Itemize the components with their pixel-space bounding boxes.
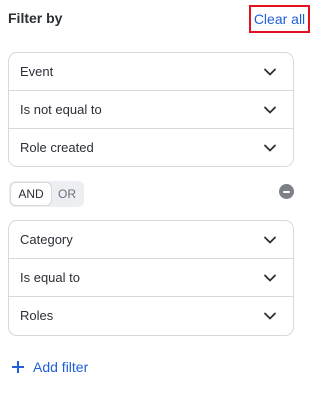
chevron-down-icon <box>264 144 276 152</box>
value-select-value: Role created <box>20 140 94 155</box>
operator-select[interactable]: Is equal to <box>9 259 293 297</box>
field-select-value: Event <box>20 64 54 79</box>
value-select[interactable]: Roles <box>9 297 293 335</box>
filter-header: Filter by Clear all <box>8 0 314 36</box>
logic-toggle: AND OR <box>9 181 84 207</box>
and-option[interactable]: AND <box>11 183 51 205</box>
chevron-down-icon <box>264 274 276 282</box>
field-select-value: Category <box>20 232 73 247</box>
remove-filter-button[interactable] <box>279 184 294 199</box>
or-option[interactable]: OR <box>53 183 81 205</box>
chevron-down-icon <box>264 236 276 244</box>
chevron-down-icon <box>264 68 276 76</box>
value-select-value: Roles <box>20 308 54 323</box>
filter-title: Filter by <box>8 10 63 26</box>
field-select[interactable]: Category <box>9 221 293 259</box>
operator-select-value: Is not equal to <box>20 102 102 117</box>
field-select[interactable]: Event <box>9 53 293 91</box>
plus-icon <box>12 361 24 373</box>
filter-group-2: Category Is equal to Roles <box>8 220 294 336</box>
add-filter-label: Add filter <box>33 359 89 375</box>
chevron-down-icon <box>264 106 276 114</box>
operator-select[interactable]: Is not equal to <box>9 91 293 129</box>
value-select[interactable]: Role created <box>9 129 293 167</box>
filter-group-1: Event Is not equal to Role created <box>8 52 294 167</box>
clear-all-button[interactable]: Clear all <box>249 5 310 33</box>
operator-select-value: Is equal to <box>20 270 80 285</box>
chevron-down-icon <box>264 312 276 320</box>
